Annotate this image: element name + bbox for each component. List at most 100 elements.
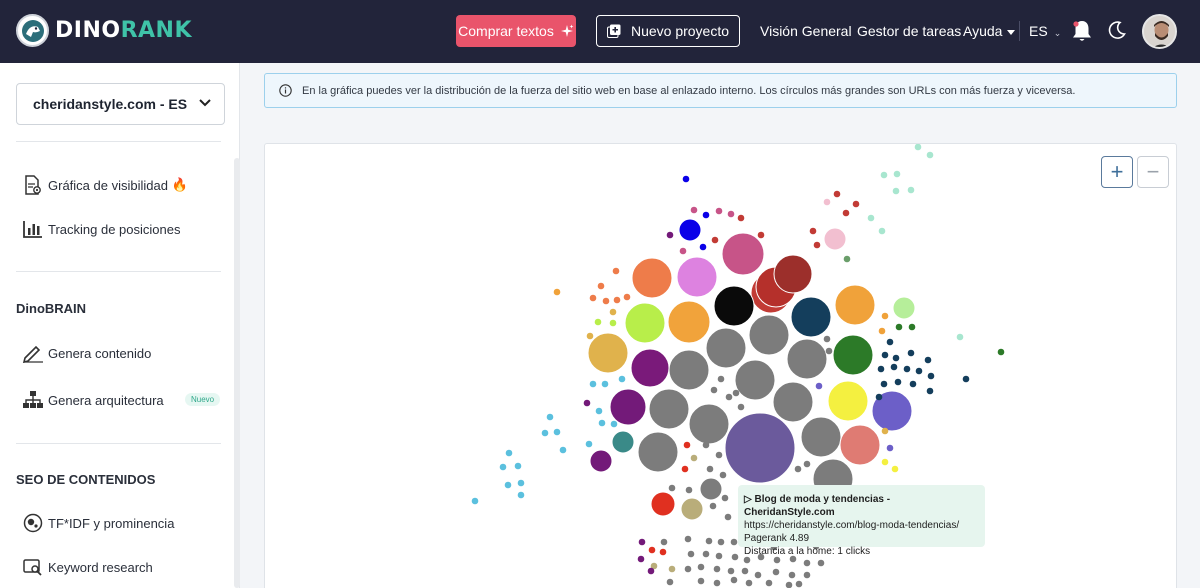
graph-node-small[interactable]	[890, 363, 898, 371]
graph-node-small[interactable]	[731, 553, 739, 561]
graph-node-small[interactable]	[892, 354, 900, 362]
graph-node[interactable]	[748, 314, 790, 356]
graph-node-small[interactable]	[926, 387, 934, 395]
graph-node[interactable]	[800, 416, 842, 458]
graph-node-small[interactable]	[717, 538, 725, 546]
graph-node[interactable]	[589, 449, 613, 473]
graph-node[interactable]	[611, 430, 635, 454]
graph-node-small[interactable]	[597, 282, 605, 290]
zoom-out-button[interactable]: −	[1137, 156, 1169, 188]
graph-node-small[interactable]	[924, 356, 932, 364]
graph-node-small[interactable]	[499, 463, 507, 471]
graph-node[interactable]	[734, 359, 776, 401]
graph-node-small[interactable]	[541, 429, 549, 437]
graph-node-small[interactable]	[715, 451, 723, 459]
sidebar-item-genera-arquitectura[interactable]: Genera arquitectura	[22, 389, 164, 411]
graph-node-small[interactable]	[737, 214, 745, 222]
graph-node-small[interactable]	[880, 380, 888, 388]
graph-node-small[interactable]	[589, 294, 597, 302]
graph-node[interactable]	[631, 257, 673, 299]
graph-node-small[interactable]	[719, 471, 727, 479]
graph-node-small[interactable]	[903, 365, 911, 373]
graph-node-small[interactable]	[785, 581, 793, 588]
graph-node-small[interactable]	[623, 293, 631, 301]
graph-node[interactable]	[892, 296, 916, 320]
graph-node[interactable]	[624, 302, 666, 344]
graph-node-small[interactable]	[589, 380, 597, 388]
dinorank-logo[interactable]: DINORANK	[16, 14, 192, 47]
graph-node-small[interactable]	[684, 535, 692, 543]
graph-node[interactable]	[713, 285, 755, 327]
graph-node[interactable]	[609, 388, 647, 426]
graph-node-small[interactable]	[788, 571, 796, 579]
graph-node-small[interactable]	[817, 559, 825, 567]
sidebar-item-genera-contenido[interactable]: Genera contenido	[22, 342, 151, 364]
graph-node-small[interactable]	[741, 567, 749, 575]
graph-node-small[interactable]	[598, 419, 606, 427]
graph-node-small[interactable]	[702, 550, 710, 558]
graph-node-small[interactable]	[909, 380, 917, 388]
graph-node-small[interactable]	[471, 497, 479, 505]
notification-bell-icon[interactable]	[1071, 19, 1093, 43]
graph-node-small[interactable]	[637, 555, 645, 563]
graph-node-small[interactable]	[609, 319, 617, 327]
graph-node-small[interactable]	[690, 206, 698, 214]
graph-node-small[interactable]	[559, 446, 567, 454]
graph-node-small[interactable]	[595, 407, 603, 415]
graph-node[interactable]	[667, 300, 711, 344]
graph-node-small[interactable]	[684, 565, 692, 573]
graph-node-small[interactable]	[815, 382, 823, 390]
graph-node-small[interactable]	[517, 479, 525, 487]
graph-node-small[interactable]	[690, 454, 698, 462]
graph-node-small[interactable]	[803, 559, 811, 567]
graph-node-small[interactable]	[724, 513, 732, 521]
graph-node-small[interactable]	[895, 323, 903, 331]
graph-node-small[interactable]	[721, 494, 729, 502]
graph-node-small[interactable]	[660, 538, 668, 546]
graph-node[interactable]	[630, 348, 670, 388]
graph-node-small[interactable]	[610, 420, 618, 428]
graph-node-small[interactable]	[757, 231, 765, 239]
graph-node-small[interactable]	[713, 579, 721, 587]
sidebar-item-tfidf[interactable]: TF*IDF y prominencia	[22, 512, 174, 534]
user-avatar[interactable]	[1142, 14, 1177, 49]
graph-node-small[interactable]	[727, 567, 735, 575]
graph-node-small[interactable]	[504, 481, 512, 489]
graph-node-small[interactable]	[727, 210, 735, 218]
graph-node-small[interactable]	[908, 323, 916, 331]
graph-node-small[interactable]	[878, 227, 886, 235]
graph-node-small[interactable]	[514, 462, 522, 470]
graph-node[interactable]	[678, 218, 702, 242]
nav-ayuda-dropdown[interactable]: Ayuda	[963, 23, 1016, 39]
graph-node-small[interactable]	[732, 389, 740, 397]
graph-node-small[interactable]	[594, 318, 602, 326]
graph-node-small[interactable]	[666, 231, 674, 239]
graph-node[interactable]	[834, 284, 876, 326]
sidebar-item-tracking-posiciones[interactable]: Tracking de posiciones	[22, 218, 180, 240]
nav-gestor-tareas[interactable]: Gestor de tareas	[857, 23, 961, 39]
graph-node-small[interactable]	[772, 568, 780, 576]
graph-node-small[interactable]	[914, 144, 922, 151]
graph-node-small[interactable]	[659, 548, 667, 556]
graph-node-small[interactable]	[553, 428, 561, 436]
graph-node-small[interactable]	[825, 347, 833, 355]
graph-node-small[interactable]	[880, 171, 888, 179]
graph-node-small[interactable]	[682, 175, 690, 183]
graph-node-small[interactable]	[702, 211, 710, 219]
graph-node-small[interactable]	[997, 348, 1005, 356]
graph-node-small[interactable]	[813, 241, 821, 249]
graph-node-small[interactable]	[842, 209, 850, 217]
graph-node-small[interactable]	[881, 312, 889, 320]
graph-node[interactable]	[688, 403, 730, 445]
graph-node-small[interactable]	[907, 186, 915, 194]
graph-node-small[interactable]	[681, 465, 689, 473]
graph-node-small[interactable]	[683, 441, 691, 449]
graph-node[interactable]	[721, 232, 765, 276]
graph-node[interactable]	[648, 388, 690, 430]
graph-node[interactable]	[827, 380, 869, 422]
graph-node-small[interactable]	[907, 349, 915, 357]
graph-node-small[interactable]	[833, 190, 841, 198]
nuevo-proyecto-button[interactable]: Nuevo proyecto	[596, 15, 740, 47]
graph-node-small[interactable]	[962, 375, 970, 383]
nav-vision-general[interactable]: Visión General	[760, 23, 852, 39]
